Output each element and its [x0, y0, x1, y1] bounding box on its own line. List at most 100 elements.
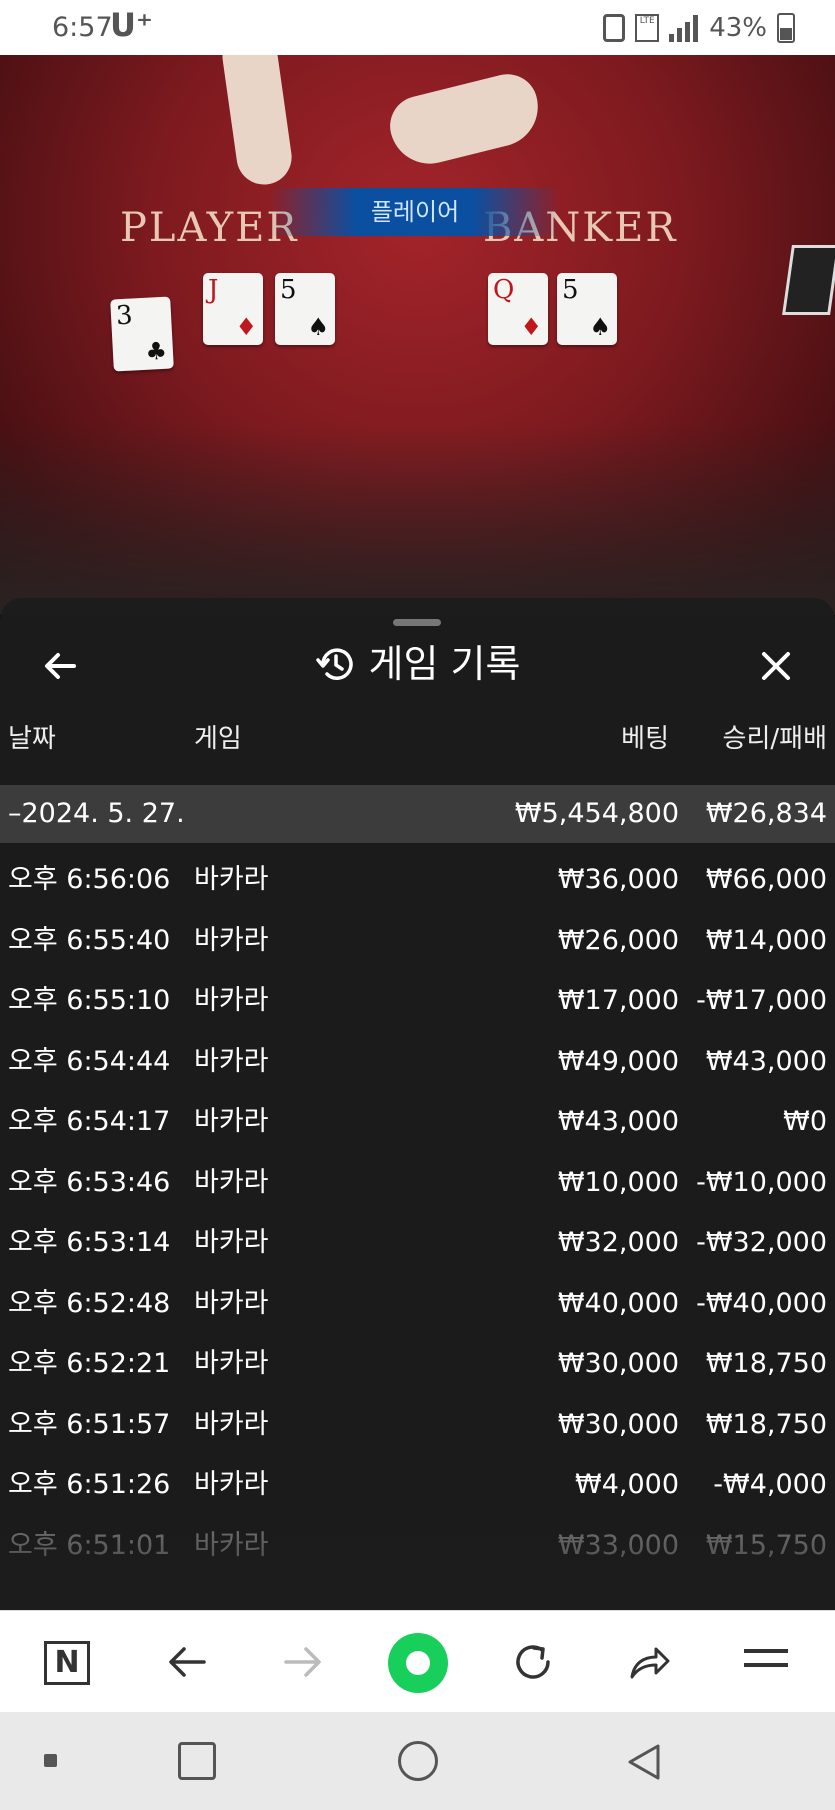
recent-apps-icon[interactable]	[178, 1742, 216, 1780]
status-time: 6:57	[52, 12, 113, 43]
row-game: 바카라	[194, 1287, 269, 1319]
row-game: 바카라	[194, 1106, 269, 1137]
row-game: 바카라	[194, 864, 269, 895]
row-result: ₩66,000	[705, 864, 827, 895]
panel-title: 게임 기록	[0, 634, 835, 694]
status-bar: 6:57 U⁺ LTE 43%	[0, 0, 835, 55]
close-icon[interactable]	[756, 646, 796, 686]
nav-dot-icon[interactable]	[44, 1754, 57, 1767]
history-row[interactable]: 오후 6:55:40 바카라 ₩26,000 ₩14,000	[0, 911, 835, 972]
date-group-date: –2024. 5. 27.	[8, 798, 185, 829]
row-result: -₩32,000	[696, 1227, 827, 1258]
row-result: ₩18,750	[705, 1408, 827, 1440]
history-row[interactable]: 오후 6:52:21 바카라 ₩30,000 ₩18,750	[0, 1334, 835, 1395]
row-time: 오후 6:56:06	[8, 864, 171, 895]
row-result: ₩43,000	[705, 1045, 827, 1077]
card-shoe	[782, 245, 835, 315]
row-result: ₩15,750	[705, 1529, 827, 1561]
share-icon[interactable]	[624, 1637, 674, 1687]
row-bet: ₩17,000	[557, 985, 679, 1016]
row-bet: ₩4,000	[575, 1469, 679, 1500]
col-win-loss: 승리/패배	[722, 724, 827, 754]
row-game: 바카라	[194, 1227, 269, 1258]
history-row[interactable]: 오후 6:53:46 바카라 ₩10,000 -₩10,000	[0, 1153, 835, 1214]
row-game: 바카라	[194, 1348, 269, 1379]
row-result: ₩0	[783, 1106, 827, 1137]
row-time: 오후 6:53:14	[8, 1227, 171, 1258]
row-time: 오후 6:55:40	[8, 924, 171, 956]
row-time: 오후 6:54:17	[8, 1106, 171, 1137]
row-time: 오후 6:52:21	[8, 1348, 171, 1379]
history-row[interactable]: 오후 6:51:01 바카라 ₩33,000 ₩15,750	[0, 1516, 835, 1577]
row-time: 오후 6:51:01	[8, 1529, 171, 1561]
status-icons: LTE 43%	[603, 12, 795, 44]
row-result: ₩14,000	[705, 924, 827, 956]
table-header: 날짜 게임 베팅 승리/패배	[0, 718, 835, 758]
vibrate-icon	[603, 14, 626, 42]
history-row[interactable]: 오후 6:51:26 바카라 ₩4,000 -₩4,000	[0, 1455, 835, 1516]
lte-icon: LTE	[635, 14, 660, 42]
browser-forward-icon[interactable]	[278, 1637, 328, 1687]
history-row[interactable]: 오후 6:51:57 바카라 ₩30,000 ₩18,750	[0, 1395, 835, 1456]
row-result: -₩40,000	[696, 1287, 827, 1319]
dealer-hand-right	[383, 67, 547, 173]
col-bet: 베팅	[621, 724, 669, 754]
row-game: 바카라	[194, 1045, 269, 1077]
menu-icon[interactable]	[744, 1649, 794, 1699]
result-banner: 플레이어	[270, 188, 560, 236]
row-result: -₩4,000	[713, 1469, 827, 1500]
row-time: 오후 6:51:26	[8, 1469, 171, 1500]
date-group-bet-total: ₩5,454,800	[514, 798, 679, 829]
panel-title-text: 게임 기록	[368, 642, 521, 686]
banker-card-1: Q ♦	[488, 273, 548, 345]
refresh-icon[interactable]	[508, 1637, 558, 1687]
row-bet: ₩32,000	[557, 1227, 679, 1258]
live-video: PLAYER BANKER 플레이어 3 ♣ J ♦ 5 ♠ Q ♦ 5 ♠	[0, 55, 835, 615]
carrier-logo: U⁺	[110, 6, 153, 44]
row-bet: ₩49,000	[557, 1045, 679, 1077]
system-nav-bar	[0, 1712, 835, 1810]
history-row[interactable]: 오후 6:54:17 바카라 ₩43,000 ₩0	[0, 1092, 835, 1153]
col-date: 날짜	[8, 724, 56, 754]
row-game: 바카라	[194, 1469, 269, 1500]
naver-home-icon[interactable]: N	[44, 1641, 90, 1685]
row-bet: ₩26,000	[557, 924, 679, 956]
dealer-hand-left	[219, 55, 296, 189]
row-game: 바카라	[194, 924, 269, 956]
row-bet: ₩40,000	[557, 1287, 679, 1319]
browser-toolbar: N	[0, 1610, 835, 1712]
battery-icon	[777, 13, 795, 43]
panel-header: 게임 기록	[0, 634, 835, 696]
browser-back-icon[interactable]	[162, 1637, 212, 1687]
history-row[interactable]: 오후 6:55:10 바카라 ₩17,000 -₩17,000	[0, 971, 835, 1032]
row-bet: ₩30,000	[557, 1408, 679, 1440]
row-result: ₩18,750	[705, 1348, 827, 1379]
nav-back-icon[interactable]	[622, 1740, 666, 1784]
game-history-panel: 게임 기록 날짜 게임 베팅 승리/패배 –2024. 5. 27. ₩5,45…	[0, 598, 835, 1610]
battery-percent: 43%	[709, 13, 767, 43]
banker-card-2: 5 ♠	[557, 273, 617, 345]
history-row[interactable]: 오후 6:56:06 바카라 ₩36,000 ₩66,000	[0, 850, 835, 911]
row-result: -₩17,000	[696, 985, 827, 1016]
home-icon[interactable]	[398, 1741, 438, 1781]
row-bet: ₩36,000	[557, 864, 679, 895]
row-bet: ₩33,000	[557, 1529, 679, 1561]
history-row[interactable]: 오후 6:53:14 바카라 ₩32,000 -₩32,000	[0, 1213, 835, 1274]
col-game: 게임	[194, 724, 242, 754]
history-icon	[315, 647, 353, 680]
history-row[interactable]: 오후 6:52:48 바카라 ₩40,000 -₩40,000	[0, 1274, 835, 1335]
drag-handle[interactable]	[393, 619, 441, 626]
row-time: 오후 6:51:57	[8, 1408, 171, 1440]
row-time: 오후 6:53:46	[8, 1166, 171, 1198]
row-time: 오후 6:54:44	[8, 1045, 171, 1077]
row-game: 바카라	[194, 1408, 269, 1440]
green-dot-icon[interactable]	[388, 1633, 448, 1693]
row-result: -₩10,000	[696, 1166, 827, 1198]
player-card-2: J ♦	[203, 273, 263, 345]
history-row[interactable]: 오후 6:54:44 바카라 ₩49,000 ₩43,000	[0, 1032, 835, 1093]
signal-icon	[669, 14, 699, 42]
row-bet: ₩43,000	[557, 1106, 679, 1137]
player-card-1: 3 ♣	[110, 296, 174, 372]
date-group-row[interactable]: –2024. 5. 27. ₩5,454,800 ₩26,834	[0, 785, 835, 843]
row-time: 오후 6:52:48	[8, 1287, 171, 1319]
